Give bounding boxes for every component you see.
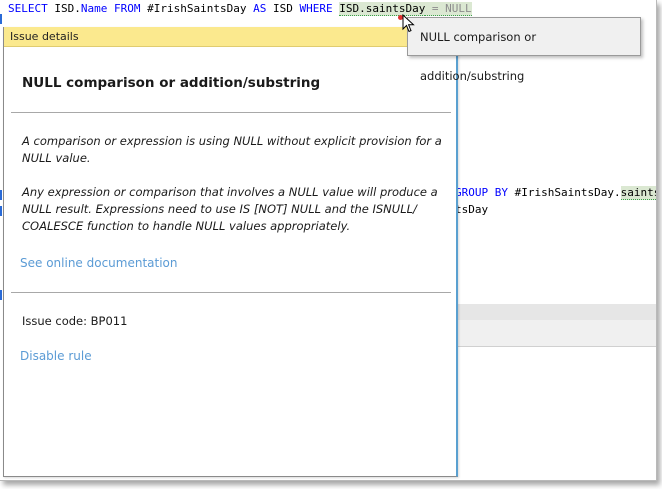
gutter-marker xyxy=(0,14,2,24)
gutter-marker xyxy=(0,190,2,200)
groupby-table: #IrishSaintsDay. xyxy=(507,186,621,199)
keyword-where: WHERE xyxy=(299,2,333,15)
results-tab-bar xyxy=(456,320,656,347)
column-prefix: ISD. xyxy=(47,2,81,15)
table-alias: ISD xyxy=(266,2,300,15)
keyword-group-by: GROUP BY xyxy=(455,186,508,199)
code-line-3[interactable]: tsDay xyxy=(455,203,488,217)
app-window: SELECT ISD.Name FROM #IrishSaintsDay AS … xyxy=(0,0,657,481)
disable-rule-link[interactable]: Disable rule xyxy=(20,349,92,363)
issue-description: A comparison or expression is using NULL… xyxy=(22,134,442,165)
gutter-marker xyxy=(0,290,2,300)
divider xyxy=(11,292,451,293)
results-splitter[interactable] xyxy=(456,304,656,320)
issue-panel-header: Issue details xyxy=(4,27,456,47)
code-line-groupby[interactable]: GROUP BY #IrishSaintsDay.saints xyxy=(455,186,656,200)
gutter-marker xyxy=(0,206,2,216)
table-name: #IrishSaintsDay xyxy=(140,2,254,15)
issue-code: Issue code: BP011 xyxy=(22,314,128,328)
groupby-ident: saints xyxy=(620,186,656,200)
issue-title: NULL comparison or addition/substring xyxy=(22,75,321,91)
column-name: Name xyxy=(80,2,108,15)
mouse-pointer-icon xyxy=(402,14,415,33)
highlighted-null-comparison[interactable]: = NULL xyxy=(425,2,472,16)
code-fragment: tsDay xyxy=(455,203,489,216)
issue-explanation: Any expression or comparison that involv… xyxy=(22,185,438,233)
divider xyxy=(11,112,451,113)
online-documentation-link[interactable]: See online documentation xyxy=(20,256,178,270)
issue-details-panel: Issue details NULL comparison or additio… xyxy=(3,27,458,477)
issue-tooltip: NULL comparison or addition/substring xyxy=(407,17,641,83)
keyword-select: SELECT xyxy=(8,2,48,15)
keyword-from: FROM xyxy=(107,2,141,15)
keyword-as: AS xyxy=(253,2,267,15)
